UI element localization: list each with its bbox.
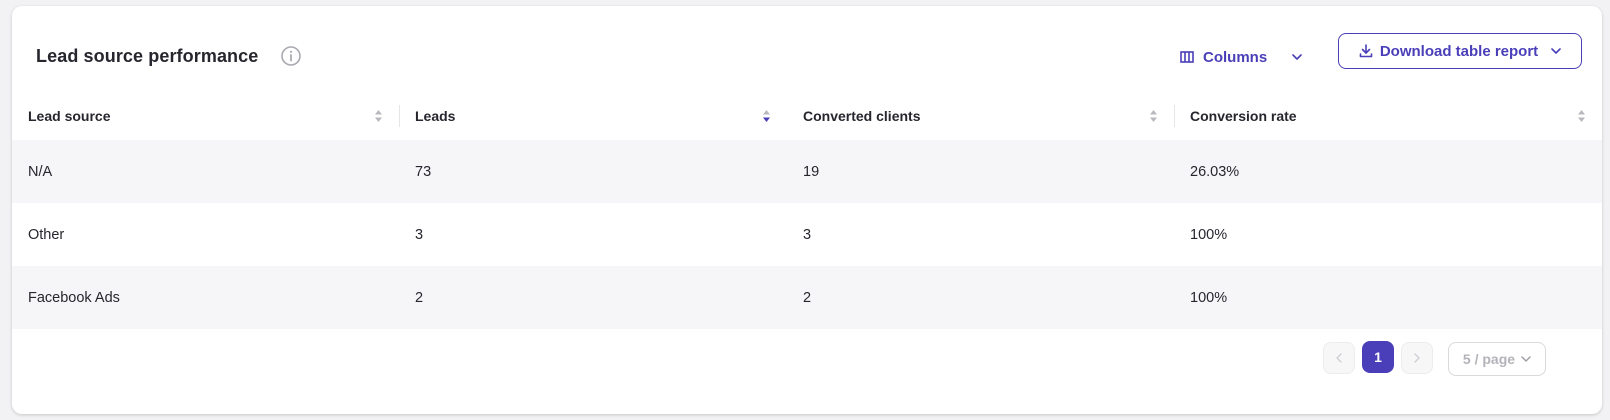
chevron-right-icon xyxy=(1414,353,1420,363)
table-row: N/A 73 19 26.03% xyxy=(12,140,1602,203)
page-button-current[interactable]: 1 xyxy=(1362,341,1394,373)
column-header-lead-source[interactable]: Lead source xyxy=(12,92,399,140)
column-header-leads[interactable]: Leads xyxy=(399,92,787,140)
info-icon[interactable] xyxy=(280,45,302,67)
column-header-label: Lead source xyxy=(28,108,111,124)
columns-icon xyxy=(1180,51,1194,63)
page-size-value: 5 / page xyxy=(1462,351,1516,367)
chevron-left-icon xyxy=(1336,353,1342,363)
next-page-button[interactable] xyxy=(1401,342,1433,374)
cell-converted-clients: 2 xyxy=(787,266,1174,329)
cell-converted-clients: 19 xyxy=(787,140,1174,203)
card-title: Lead source performance xyxy=(36,46,259,66)
previous-page-button[interactable] xyxy=(1323,342,1355,374)
column-header-label: Converted clients xyxy=(803,108,921,124)
card-header: Lead source performance Columns Download… xyxy=(12,6,1602,98)
page-size-select[interactable]: 5 / page xyxy=(1448,342,1546,376)
column-header-converted-clients[interactable]: Converted clients xyxy=(787,92,1174,140)
download-table-report-button[interactable]: Download table report xyxy=(1338,33,1582,69)
column-header-label: Leads xyxy=(415,108,456,124)
download-icon xyxy=(1359,44,1373,58)
cell-leads: 73 xyxy=(399,140,787,203)
cell-converted-clients: 3 xyxy=(803,226,812,243)
sort-icon[interactable] xyxy=(762,109,771,123)
sort-icon[interactable] xyxy=(1577,109,1586,123)
table-header-row: Lead source Leads Converted clients Conv… xyxy=(12,92,1602,140)
cell-leads: 3 xyxy=(415,226,424,243)
cell-lead-source: N/A xyxy=(12,140,399,203)
cell-conversion-rate: 100% xyxy=(1190,226,1228,243)
chevron-down-icon xyxy=(1292,54,1302,60)
table-row: Facebook Ads 2 2 100% xyxy=(12,266,1602,329)
lead-source-card: Lead source performance Columns Download… xyxy=(12,6,1602,414)
columns-button[interactable]: Columns xyxy=(1180,42,1302,72)
chevron-down-icon xyxy=(1521,356,1531,362)
cell-lead-source: Facebook Ads xyxy=(12,266,399,329)
sort-icon[interactable] xyxy=(374,109,383,123)
columns-label: Columns xyxy=(1203,48,1268,66)
column-header-conversion-rate[interactable]: Conversion rate xyxy=(1174,92,1602,140)
table-row: Other 3 3 100% xyxy=(12,203,1602,266)
lead-source-table: Lead source Leads Converted clients Conv… xyxy=(12,92,1602,329)
column-divider xyxy=(399,105,400,127)
download-label: Download table report xyxy=(1379,42,1539,60)
cell-conversion-rate: 100% xyxy=(1174,266,1602,329)
cell-lead-source: Other xyxy=(28,226,65,243)
column-divider xyxy=(1174,105,1175,127)
column-header-label: Conversion rate xyxy=(1190,108,1297,124)
cell-conversion-rate: 26.03% xyxy=(1174,140,1602,203)
cell-leads: 2 xyxy=(399,266,787,329)
chevron-down-icon xyxy=(1551,48,1561,54)
sort-icon[interactable] xyxy=(1149,109,1158,123)
